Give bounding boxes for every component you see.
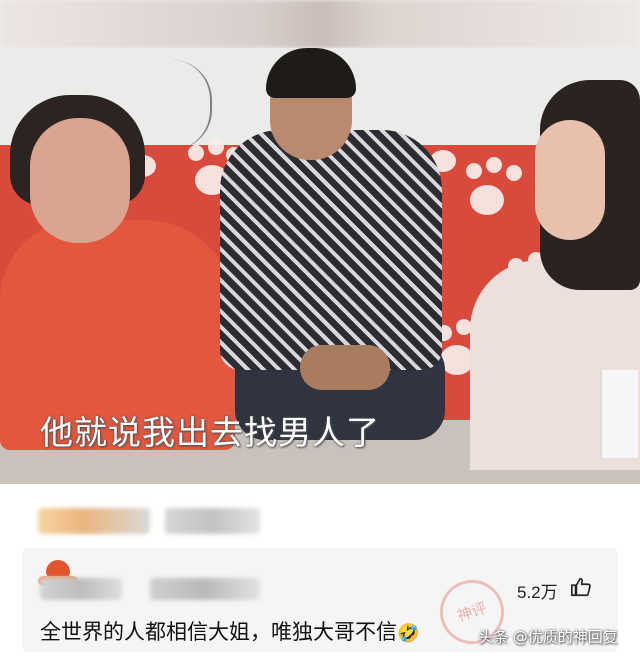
man-sweater [220, 130, 442, 370]
blurred-header [0, 0, 640, 48]
blurred-commenter-meta [150, 578, 260, 600]
woman-right-face [535, 120, 605, 240]
laughing-emoji-icon: 🤣 [397, 623, 420, 644]
blurred-username-top [38, 508, 150, 534]
comment-body: 全世界的人都相信大姐，唯独大哥不信 [40, 620, 397, 644]
side-panel-tab [600, 370, 638, 458]
like-count: 5.2万 [517, 583, 558, 602]
thumbs-up-icon[interactable] [570, 576, 592, 598]
comment-text: 全世界的人都相信大姐，唯独大哥不信🤣 [40, 616, 419, 646]
woman-left-face [30, 118, 130, 243]
man-hands [300, 345, 390, 390]
blurred-meta-top [165, 508, 260, 534]
video-subtitle: 他就说我出去找男人了 [40, 413, 380, 452]
source-watermark: 头条 @优质的神回复 [478, 628, 618, 646]
blurred-commenter-name [40, 578, 122, 600]
video-screenshot: 他就说我出去找男人了 [0, 0, 640, 484]
